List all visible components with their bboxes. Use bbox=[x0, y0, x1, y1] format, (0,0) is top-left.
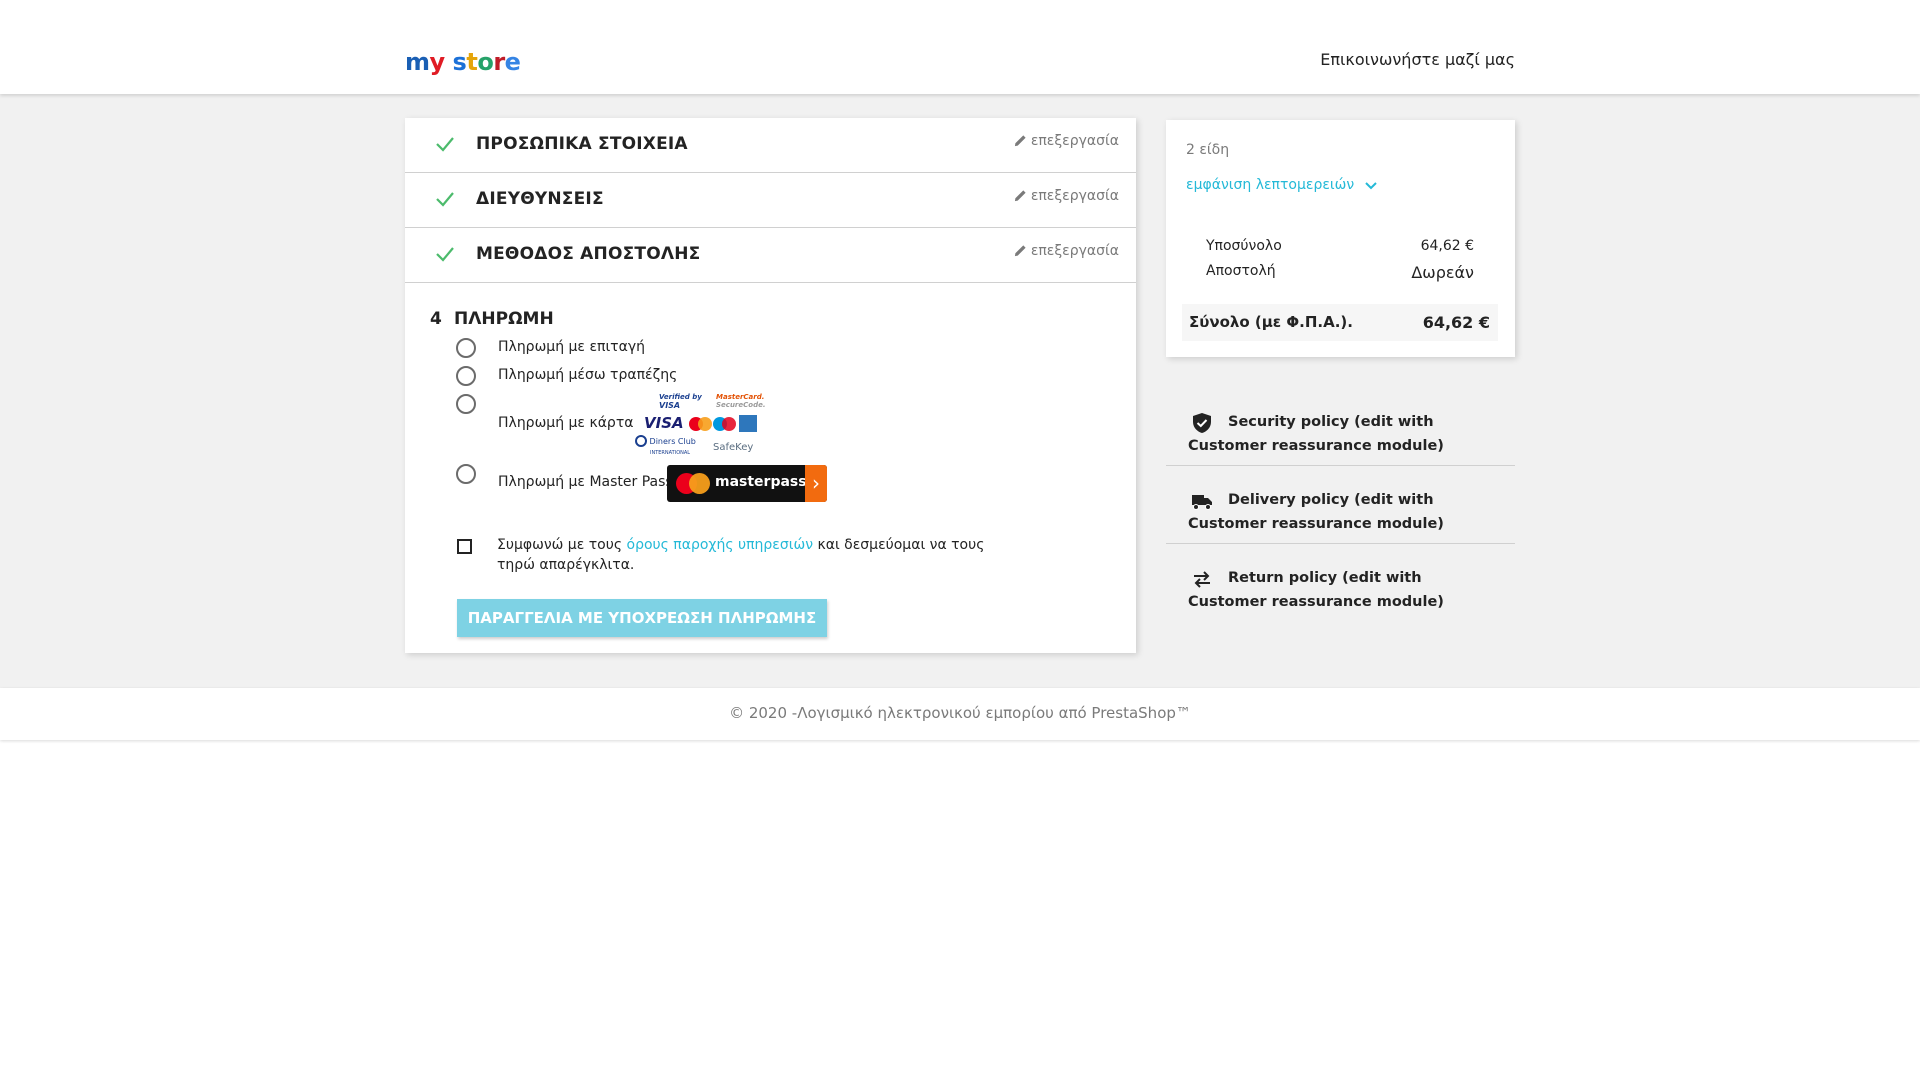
visa-logo: VISA bbox=[644, 414, 684, 432]
step-number: 4 bbox=[430, 309, 442, 329]
amex-logo bbox=[739, 415, 757, 432]
cart-summary: 2 είδη εμφάνιση λεπτομερειών Υποσύνολο 6… bbox=[1166, 120, 1515, 357]
show-details-link[interactable]: εμφάνιση λεπτομερειών bbox=[1186, 177, 1377, 193]
shipping-label: Αποστολή bbox=[1206, 263, 1276, 279]
masterpass-button-label: masterpass bbox=[715, 474, 807, 490]
subtotal-label: Υποσύνολο bbox=[1206, 238, 1282, 254]
subtotal-value: 64,62 € bbox=[1420, 238, 1474, 254]
header: my store Επικοινωνήστε μαζί μας bbox=[0, 0, 1920, 94]
total-value: 64,62 € bbox=[1422, 313, 1490, 332]
footer: © 2020 -Λογισμικό ηλεκτρονικού εμπορίου … bbox=[0, 688, 1920, 740]
reassurance-security: Security policy (edit with Customer reas… bbox=[1166, 388, 1515, 466]
diners-club-logo: Diners Club INTERNATIONAL bbox=[635, 435, 696, 456]
radio-masterpass[interactable] bbox=[456, 464, 476, 484]
checkmark-icon bbox=[436, 137, 454, 152]
items-count: 2 είδη bbox=[1186, 142, 1230, 158]
total-line: Σύνολο (με Φ.Π.Α.). 64,62 € bbox=[1182, 304, 1498, 341]
step-payment: 4 ΠΛΗΡΩΜΗ Πληρωμή με επιταγή Πληρωμή μέσ… bbox=[405, 283, 1136, 653]
edit-label: επεξεργασία bbox=[1030, 188, 1119, 204]
shipping-value: Δωρεάν bbox=[1411, 263, 1474, 282]
edit-label: επεξεργασία bbox=[1030, 243, 1119, 259]
option-label-card: Πληρωμή με κάρτα bbox=[498, 415, 634, 431]
maestro-logo bbox=[713, 417, 737, 431]
edit-link[interactable]: επεξεργασία bbox=[1014, 243, 1119, 259]
pencil-icon bbox=[1014, 135, 1026, 147]
chevron-right-icon: › bbox=[805, 465, 827, 502]
checkmark-icon bbox=[436, 192, 454, 207]
terms-of-service-link[interactable]: όρους παροχής υπηρεσιών bbox=[627, 537, 814, 553]
reassurance-return: Return policy (edit with Customer reassu… bbox=[1166, 544, 1515, 622]
card-logos: Verified by VISA MasterCard. SecureCode. V… bbox=[635, 393, 766, 456]
copyright-text[interactable]: © 2020 -Λογισμικό ηλεκτρονικού εμπορίου … bbox=[0, 704, 1920, 722]
edit-label: επεξεργασία bbox=[1030, 133, 1119, 149]
radio-bank-wire[interactable] bbox=[456, 366, 476, 386]
radio-card[interactable] bbox=[456, 394, 476, 414]
edit-link[interactable]: επεξεργασία bbox=[1014, 188, 1119, 204]
mastercard-securecode-logo: MasterCard. SecureCode. bbox=[716, 393, 766, 409]
terms-text: Συμφωνώ με τους όρους παροχής υπηρεσιών … bbox=[497, 537, 985, 573]
step-shipping-method[interactable]: ΜΕΘΟΔΟΣ ΑΠΟΣΤΟΛΗΣ επεξεργασία bbox=[405, 228, 1136, 283]
contact-us-link[interactable]: Επικοινωνήστε μαζί μας bbox=[1320, 50, 1515, 69]
checkmark-icon bbox=[436, 247, 454, 262]
reassurance-blocks: Security policy (edit with Customer reas… bbox=[1166, 388, 1515, 622]
step-title: ΔΙΕΥΘΥΝΣΕΙΣ bbox=[476, 189, 604, 209]
step-personal-info[interactable]: ΠΡΟΣΩΠΙΚΑ ΣΤΟΙΧΕΙΑ επεξεργασία bbox=[405, 118, 1136, 173]
pencil-icon bbox=[1014, 245, 1026, 257]
step-title: ΠΛΗΡΩΜΗ bbox=[454, 309, 554, 329]
option-label-bank-wire: Πληρωμή μέσω τραπέζης bbox=[498, 367, 678, 383]
masterpass-button[interactable]: masterpass › bbox=[667, 465, 827, 502]
step-title: ΠΡΟΣΩΠΙΚΑ ΣΤΟΙΧΕΙΑ bbox=[476, 134, 688, 154]
store-logo[interactable]: my store bbox=[405, 48, 521, 76]
pencil-icon bbox=[1014, 190, 1026, 202]
verified-by-visa-logo: Verified by VISA bbox=[659, 393, 702, 410]
reassurance-text: Security policy (edit with Customer reas… bbox=[1188, 414, 1444, 454]
radio-pay-by-check[interactable] bbox=[456, 338, 476, 358]
option-label-check: Πληρωμή με επιταγή bbox=[498, 339, 645, 355]
reassurance-text: Return policy (edit with Customer reassu… bbox=[1188, 570, 1444, 610]
amex-safekey-logo: SafeKey bbox=[713, 442, 754, 453]
reassurance-text: Delivery policy (edit with Customer reas… bbox=[1188, 492, 1444, 532]
mastercard-logo bbox=[689, 417, 713, 431]
terms-checkbox[interactable] bbox=[457, 539, 472, 554]
edit-link[interactable]: επεξεργασία bbox=[1014, 133, 1119, 149]
chevron-down-icon bbox=[1364, 182, 1377, 190]
total-label: Σύνολο (με Φ.Π.Α.). bbox=[1189, 313, 1353, 331]
reassurance-delivery: Delivery policy (edit with Customer reas… bbox=[1166, 466, 1515, 544]
step-addresses[interactable]: ΔΙΕΥΘΥΝΣΕΙΣ επεξεργασία bbox=[405, 173, 1136, 228]
step-title: ΜΕΘΟΔΟΣ ΑΠΟΣΤΟΛΗΣ bbox=[476, 244, 701, 264]
option-label-masterpass: Πληρωμή με Master Pass bbox=[498, 474, 673, 490]
checkout-steps: ΠΡΟΣΩΠΙΚΑ ΣΤΟΙΧΕΙΑ επεξεργασία ΔΙΕΥΘΥΝΣΕ… bbox=[405, 118, 1136, 653]
place-order-button[interactable]: ΠΑΡΑΓΓΕΛΙΑ ΜΕ ΥΠΟΧΡΕΩΣΗ ΠΛΗΡΩΜΗΣ bbox=[457, 599, 827, 637]
